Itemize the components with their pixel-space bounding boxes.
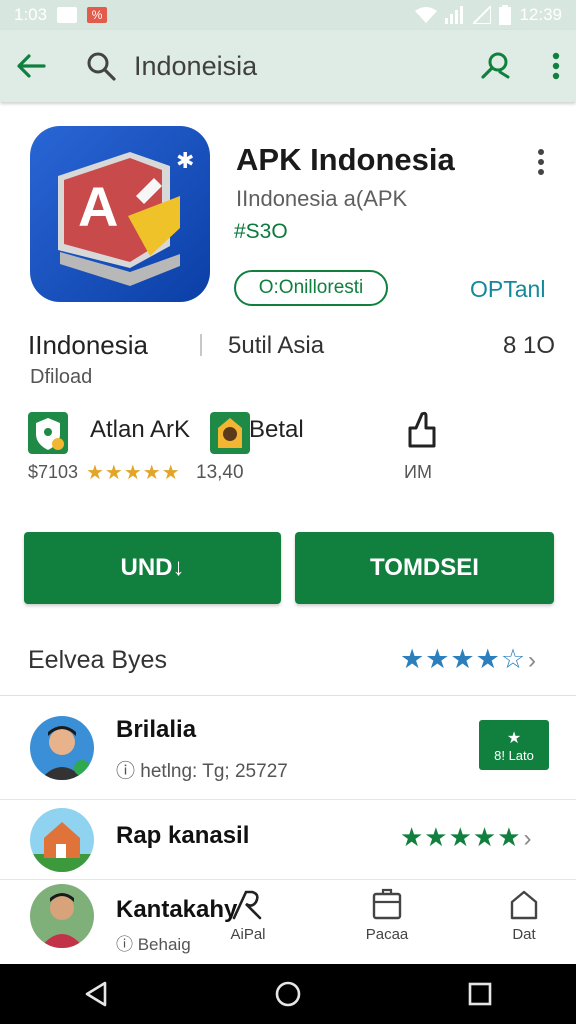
list-item-title: Rap kanasil bbox=[116, 822, 250, 849]
badge-price: $7103 bbox=[28, 462, 79, 482]
app-title: APK Indonesia bbox=[236, 142, 455, 177]
open-button[interactable]: TOMDSEI bbox=[295, 532, 554, 604]
list-item-title: Brilalia bbox=[116, 716, 197, 743]
badge-count: 13,40 bbox=[196, 462, 244, 483]
svg-text:✱: ✱ bbox=[176, 149, 194, 174]
avatar bbox=[30, 716, 94, 780]
signal-outline-icon bbox=[473, 6, 492, 24]
avatar bbox=[30, 808, 94, 872]
home-nav-icon[interactable] bbox=[274, 980, 302, 1008]
app-more-icon[interactable] bbox=[537, 148, 545, 176]
avatar bbox=[30, 884, 94, 948]
search-icon[interactable] bbox=[86, 51, 116, 81]
battery-icon bbox=[499, 5, 512, 25]
list-item-sub: ⓘ Behaig bbox=[116, 935, 191, 954]
badges-row: Atlan ArK Betal $7103 ★★★★★ 13,40 ИM bbox=[0, 406, 576, 496]
app-developer[interactable]: IIndonesia a(APK bbox=[236, 186, 407, 212]
back-nav-icon[interactable] bbox=[83, 980, 109, 1008]
list-item-stars: ★★★★★› bbox=[400, 822, 533, 852]
wifi-icon bbox=[415, 7, 438, 23]
status-bar: 1:03 % 12:39 bbox=[0, 0, 576, 30]
back-arrow-icon[interactable] bbox=[16, 53, 46, 79]
info-region: 5util Asia bbox=[228, 332, 325, 359]
apps-tab-icon bbox=[232, 890, 262, 920]
list-item[interactable]: Brilalia ⓘ hetlng: Tg; 25727 ★ 8! Lato bbox=[0, 700, 576, 800]
list-item-badge[interactable]: ★ 8! Lato bbox=[479, 720, 549, 770]
library-tab-icon bbox=[372, 888, 402, 920]
more-vert-icon[interactable] bbox=[552, 52, 560, 80]
info-version: 8 1O bbox=[503, 332, 556, 359]
share-icon[interactable] bbox=[404, 410, 440, 450]
chevron-right-icon: › bbox=[528, 647, 538, 674]
tab-apps[interactable]: AiPal bbox=[208, 888, 288, 943]
reviews-stars: ★★★★☆› bbox=[400, 644, 538, 674]
voice-search-icon[interactable] bbox=[480, 51, 512, 81]
shield-icon bbox=[28, 412, 68, 454]
share-label: ИM bbox=[404, 462, 432, 482]
app-info-row: IIndonesia Dfiload 5util Asia 8 1O bbox=[0, 326, 576, 396]
uninstall-button[interactable]: UND↓ bbox=[24, 532, 281, 604]
signal-icon bbox=[445, 6, 464, 24]
bottom-tab-bar: Kantakahy ⓘ Behaig AiPal Pacaa Dat bbox=[0, 880, 576, 964]
editor-badge-icon bbox=[210, 412, 250, 454]
search-input[interactable]: Indoneisia bbox=[134, 51, 257, 82]
recents-nav-icon[interactable] bbox=[467, 981, 493, 1007]
category-chip[interactable]: O:Onilloresti bbox=[234, 270, 388, 306]
info-divider bbox=[200, 334, 202, 356]
system-nav-bar bbox=[0, 964, 576, 1024]
tab-apps-label: AiPal bbox=[230, 926, 266, 943]
chevron-right-icon: › bbox=[523, 825, 533, 852]
app-header: A ✱ APK Indonesia IIndonesia a(APK #S3O … bbox=[0, 120, 576, 310]
star-icon: ★ bbox=[506, 729, 522, 747]
app-price: #S3O bbox=[234, 220, 288, 243]
info-publisher: IIndonesia bbox=[28, 330, 148, 360]
app-icon[interactable]: A ✱ bbox=[30, 126, 210, 302]
status-time-right: 12:39 bbox=[519, 5, 562, 24]
badge-stars: ★★★★★ bbox=[86, 462, 181, 484]
list-item-sub: ⓘ hetlng: Tg; 25727 bbox=[116, 761, 288, 782]
info-publisher-sub: Dfiload bbox=[30, 366, 93, 388]
svg-text:A: A bbox=[78, 175, 118, 238]
tab-pages-label: Pacaa bbox=[365, 926, 409, 943]
app-notification-icon: % bbox=[87, 7, 108, 23]
status-time-left: 1:03 bbox=[14, 5, 48, 24]
badge-label-1: Atlan ArK bbox=[90, 416, 191, 443]
list-item[interactable]: Rap kanasil ★★★★★› bbox=[0, 800, 576, 880]
reviews-title: Eelvea Byes bbox=[28, 646, 167, 674]
options-link[interactable]: OPTanl bbox=[470, 276, 545, 303]
badge-label-2: Betal bbox=[249, 416, 304, 443]
tab-data-label: Dat bbox=[512, 926, 536, 943]
search-app-bar: Indoneisia bbox=[0, 30, 576, 102]
home-tab-icon bbox=[510, 890, 538, 920]
gallery-notification-icon bbox=[57, 7, 78, 23]
tab-pages[interactable]: Pacaa bbox=[347, 888, 427, 943]
list-item-badge-text: 8! Lato bbox=[494, 747, 534, 763]
reviews-header[interactable]: Eelvea Byes ★★★★☆› bbox=[0, 636, 576, 696]
tab-data[interactable]: Dat bbox=[484, 888, 564, 943]
